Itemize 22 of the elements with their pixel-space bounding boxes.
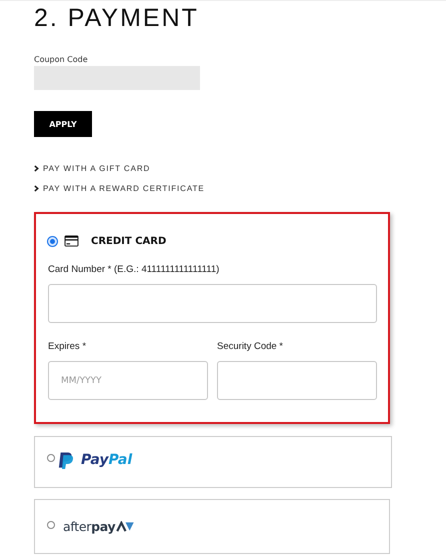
expires-field[interactable]: MM/YYYY <box>48 361 208 400</box>
field-label: Card Number * (E.G.: 4111111111111111) <box>48 264 220 276</box>
field-label: Security Code * <box>217 341 284 353</box>
coupon-field[interactable] <box>34 66 200 90</box>
paypal-logo-text: PayPal <box>81 452 132 468</box>
afterpay-logo-text: afterpay <box>63 519 116 534</box>
credit-card-icon <box>64 235 79 247</box>
chevron-icon <box>34 185 39 192</box>
arrows-icon <box>116 521 136 532</box>
field-label: Expires * <box>48 341 88 353</box>
chevron-icon <box>34 165 39 172</box>
coupon-label: Coupon Code <box>34 54 89 65</box>
radio-button[interactable] <box>47 454 55 462</box>
security-code-field[interactable] <box>217 361 377 400</box>
radio-button[interactable] <box>47 520 55 528</box>
apply-button[interactable]: APPLY <box>34 111 92 137</box>
paypal-p-icon <box>58 450 74 470</box>
payment-link[interactable]: PAY WITH A GIFT CARD <box>43 163 150 174</box>
page-heading: 2. PAYMENT <box>34 3 200 33</box>
option-label: CREDIT CARD <box>91 236 166 246</box>
payment-link[interactable]: PAY WITH A REWARD CERTIFICATE <box>43 183 205 194</box>
card-number-field[interactable] <box>48 284 377 323</box>
